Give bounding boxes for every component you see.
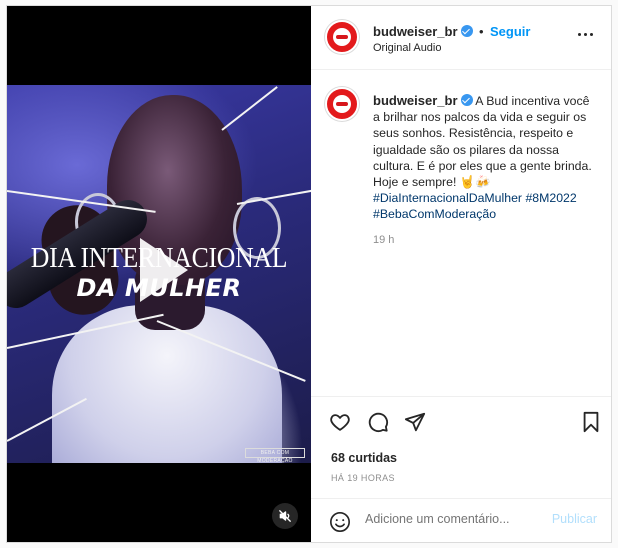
budweiser-logo-icon: [333, 28, 351, 46]
audio-label[interactable]: Original Audio: [373, 42, 442, 54]
post-header: budweiser_br • Seguir Original Audio: [311, 6, 611, 70]
instagram-post: DIA INTERNACIONAL DA MULHER BEBA COM MOD…: [6, 5, 612, 543]
speaker-muted-icon[interactable]: [272, 503, 298, 529]
header-author-line: budweiser_br • Seguir: [373, 23, 530, 41]
likes-count[interactable]: 68 curtidas: [331, 451, 397, 465]
decorative-line: [221, 86, 278, 131]
post-timestamp[interactable]: HÁ 19 HORAS: [331, 473, 395, 483]
post-panel: budweiser_br • Seguir Original Audio bud…: [311, 6, 611, 542]
heart-icon[interactable]: [329, 411, 351, 433]
caption-avatar[interactable]: [325, 87, 359, 121]
bookmark-icon[interactable]: [581, 411, 601, 433]
hashtag-link[interactable]: #BebaComModeração: [373, 207, 496, 221]
verified-badge-icon: [460, 94, 473, 106]
separator-dot: •: [478, 24, 484, 39]
avatar[interactable]: [325, 20, 359, 54]
caption-username[interactable]: budweiser_br: [373, 93, 458, 108]
hashtag-link[interactable]: #DiaInternacionalDaMulher: [373, 191, 522, 205]
caption-emojis: 🤘🍻: [459, 175, 491, 190]
hashtag-link[interactable]: #8M2022: [525, 191, 576, 205]
budweiser-logo-icon: [333, 95, 351, 113]
emoji-icon[interactable]: [329, 511, 351, 533]
verified-badge-icon: [460, 25, 473, 37]
actions-section: 68 curtidas HÁ 19 HORAS Publicar: [311, 396, 611, 542]
post-media[interactable]: DIA INTERNACIONAL DA MULHER BEBA COM MOD…: [7, 6, 311, 542]
comment-input[interactable]: [365, 512, 535, 526]
follow-button[interactable]: Seguir: [490, 24, 530, 39]
moderation-chip: BEBA COM MODERAÇÃO: [245, 448, 305, 464]
comment-icon[interactable]: [367, 411, 389, 433]
caption-time: 19 h: [373, 234, 395, 246]
more-options-icon[interactable]: [578, 33, 593, 36]
decorative-line: [236, 189, 311, 205]
send-icon[interactable]: [404, 411, 426, 433]
video-title-line2: DA MULHER: [76, 274, 242, 302]
publish-button[interactable]: Publicar: [552, 512, 597, 526]
comment-bar: Publicar: [311, 498, 611, 543]
author-username[interactable]: budweiser_br: [373, 24, 458, 39]
caption-text: budweiser_br A Bud incentiva você a bril…: [373, 93, 599, 223]
caption-area: budweiser_br A Bud incentiva você a bril…: [311, 71, 611, 393]
